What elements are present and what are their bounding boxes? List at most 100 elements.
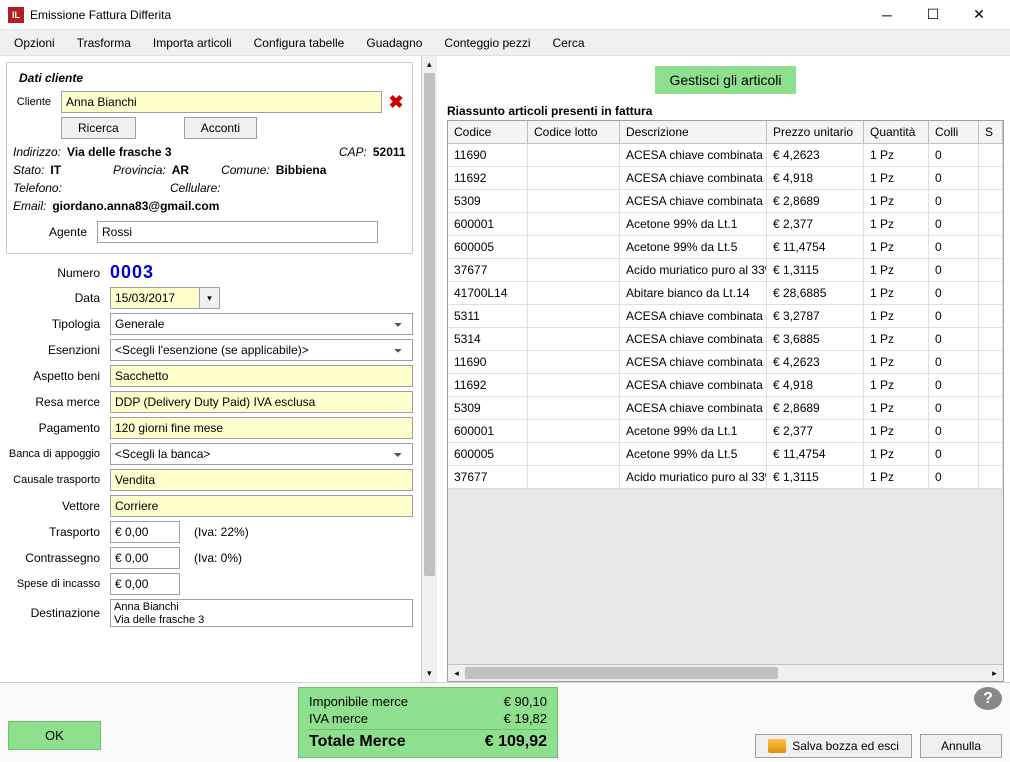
column-header[interactable]: S xyxy=(979,121,1003,143)
cell: 0 xyxy=(929,305,979,328)
hscroll-left-icon[interactable]: ◂ xyxy=(448,665,465,681)
app-icon: IL xyxy=(8,7,24,23)
client-fieldset: Dati cliente Cliente ✖ Ricerca Acconti I… xyxy=(6,62,413,254)
left-scrollbar[interactable]: ▴ ▾ xyxy=(421,56,437,682)
pagamento-select[interactable]: 120 giorni fine mese xyxy=(110,417,413,439)
column-header[interactable]: Descrizione xyxy=(620,121,767,143)
label-banca: Banca di appoggio xyxy=(6,448,106,460)
cell: Acetone 99% da Lt.5 xyxy=(620,236,767,259)
table-row[interactable]: 5309ACESA chiave combinata da€ 2,86891 P… xyxy=(448,397,1003,420)
close-button[interactable]: ✕ xyxy=(956,0,1002,30)
iva-label: IVA merce xyxy=(309,711,368,726)
cell: € 4,2623 xyxy=(767,144,864,167)
hscroll-right-icon[interactable]: ▸ xyxy=(986,665,1003,681)
menu-opzioni[interactable]: Opzioni xyxy=(4,32,65,54)
spese-input[interactable] xyxy=(110,573,180,595)
table-row[interactable]: 37677Acido muriatico puro al 33%€ 1,3115… xyxy=(448,259,1003,282)
table-row[interactable]: 41700L14Abitare bianco da Lt.14€ 28,6885… xyxy=(448,282,1003,305)
cell: 0 xyxy=(929,443,979,466)
trasporto-input[interactable] xyxy=(110,521,180,543)
cell: ACESA chiave combinata da xyxy=(620,167,767,190)
cell: 0 xyxy=(929,259,979,282)
destinazione-textarea[interactable] xyxy=(110,599,413,627)
cell: 5309 xyxy=(448,190,528,213)
cell: 5311 xyxy=(448,305,528,328)
tipologia-select[interactable]: Generale xyxy=(110,313,413,335)
acconti-button[interactable]: Acconti xyxy=(184,117,257,139)
data-input[interactable] xyxy=(110,287,200,309)
cell: 0 xyxy=(929,236,979,259)
scroll-up-icon[interactable]: ▴ xyxy=(422,56,437,73)
label-agente: Agente xyxy=(13,225,93,239)
ok-button[interactable]: OK xyxy=(8,721,101,750)
annulla-button[interactable]: Annulla xyxy=(920,734,1002,758)
label-destinazione: Destinazione xyxy=(6,606,106,620)
cell: 0 xyxy=(929,328,979,351)
maximize-button[interactable]: ☐ xyxy=(910,0,956,30)
aspetto-select[interactable]: Sacchetto xyxy=(110,365,413,387)
cell: 1 Pz xyxy=(864,351,929,374)
hscroll-thumb[interactable] xyxy=(465,667,778,679)
causale-select[interactable]: Vendita xyxy=(110,469,413,491)
table-row[interactable]: 600001Acetone 99% da Lt.1€ 2,3771 Pz0 xyxy=(448,213,1003,236)
cell: 1 Pz xyxy=(864,144,929,167)
table-row[interactable]: 11692ACESA chiave combinata da€ 4,9181 P… xyxy=(448,374,1003,397)
minimize-button[interactable]: ─ xyxy=(864,0,910,30)
cell: € 2,377 xyxy=(767,213,864,236)
table-row[interactable]: 600005Acetone 99% da Lt.5€ 11,47541 Pz0 xyxy=(448,236,1003,259)
salva-bozza-button[interactable]: Salva bozza ed esci xyxy=(755,734,912,758)
cell: 0 xyxy=(929,144,979,167)
cell: 0 xyxy=(929,420,979,443)
column-header[interactable]: Quantità xyxy=(864,121,929,143)
ricerca-button[interactable]: Ricerca xyxy=(61,117,136,139)
menu-trasforma[interactable]: Trasforma xyxy=(67,32,141,54)
menu-cerca[interactable]: Cerca xyxy=(542,32,594,54)
contrassegno-input[interactable] xyxy=(110,547,180,569)
table-row[interactable]: 5309ACESA chiave combinata da€ 2,86891 P… xyxy=(448,190,1003,213)
totale-label: Totale Merce xyxy=(309,733,406,751)
cell: 600005 xyxy=(448,443,528,466)
menu-importa-articoli[interactable]: Importa articoli xyxy=(143,32,242,54)
agente-input[interactable] xyxy=(97,221,378,243)
table-row[interactable]: 600001Acetone 99% da Lt.1€ 2,3771 Pz0 xyxy=(448,420,1003,443)
help-icon[interactable]: ? xyxy=(974,687,1002,710)
scroll-thumb[interactable] xyxy=(424,73,435,576)
table-row[interactable]: 600005Acetone 99% da Lt.5€ 11,47541 Pz0 xyxy=(448,443,1003,466)
menu-configura-tabelle[interactable]: Configura tabelle xyxy=(244,32,355,54)
cliente-input[interactable] xyxy=(61,91,382,113)
banca-select[interactable]: <Scegli la banca> xyxy=(110,443,413,465)
cell xyxy=(528,305,620,328)
menubar: OpzioniTrasformaImporta articoliConfigur… xyxy=(0,30,1010,56)
menu-guadagno[interactable]: Guadagno xyxy=(356,32,432,54)
column-header[interactable]: Prezzo unitario xyxy=(767,121,864,143)
menu-conteggio-pezzi[interactable]: Conteggio pezzi xyxy=(434,32,540,54)
resa-select[interactable]: DDP (Delivery Duty Paid) IVA esclusa xyxy=(110,391,413,413)
column-header[interactable]: Colli xyxy=(929,121,979,143)
cell xyxy=(979,190,1003,213)
table-row[interactable]: 11692ACESA chiave combinata da€ 4,9181 P… xyxy=(448,167,1003,190)
table-row[interactable]: 5314ACESA chiave combinata da€ 3,68851 P… xyxy=(448,328,1003,351)
cell: 41700L14 xyxy=(448,282,528,305)
table-row[interactable]: 11690ACESA chiave combinata da€ 4,26231 … xyxy=(448,351,1003,374)
column-header[interactable]: Codice xyxy=(448,121,528,143)
cell: 5314 xyxy=(448,328,528,351)
table-row[interactable]: 5311ACESA chiave combinata da€ 3,27871 P… xyxy=(448,305,1003,328)
column-header[interactable]: Codice lotto xyxy=(528,121,620,143)
scroll-down-icon[interactable]: ▾ xyxy=(422,665,437,682)
date-picker-button[interactable]: ▾ xyxy=(200,287,220,309)
label-cellulare: Cellulare: xyxy=(170,181,221,195)
label-trasporto: Trasporto xyxy=(6,525,106,539)
cell xyxy=(528,259,620,282)
iva-trasporto-label: (Iva: 22%) xyxy=(194,525,249,539)
vettore-select[interactable]: Corriere xyxy=(110,495,413,517)
cell: ACESA chiave combinata da xyxy=(620,374,767,397)
cell: 0 xyxy=(929,351,979,374)
table-row[interactable]: 11690ACESA chiave combinata da€ 4,26231 … xyxy=(448,144,1003,167)
grid-hscrollbar[interactable]: ◂ ▸ xyxy=(448,664,1003,681)
clear-cliente-icon[interactable]: ✖ xyxy=(386,92,405,113)
gestisci-articoli-button[interactable]: Gestisci gli articoli xyxy=(655,66,795,94)
cell: 0 xyxy=(929,167,979,190)
table-row[interactable]: 37677Acido muriatico puro al 33%€ 1,3115… xyxy=(448,466,1003,489)
esenzioni-select[interactable]: <Scegli l'esenzione (se applicabile)> xyxy=(110,339,413,361)
label-contrassegno: Contrassegno xyxy=(6,551,106,565)
